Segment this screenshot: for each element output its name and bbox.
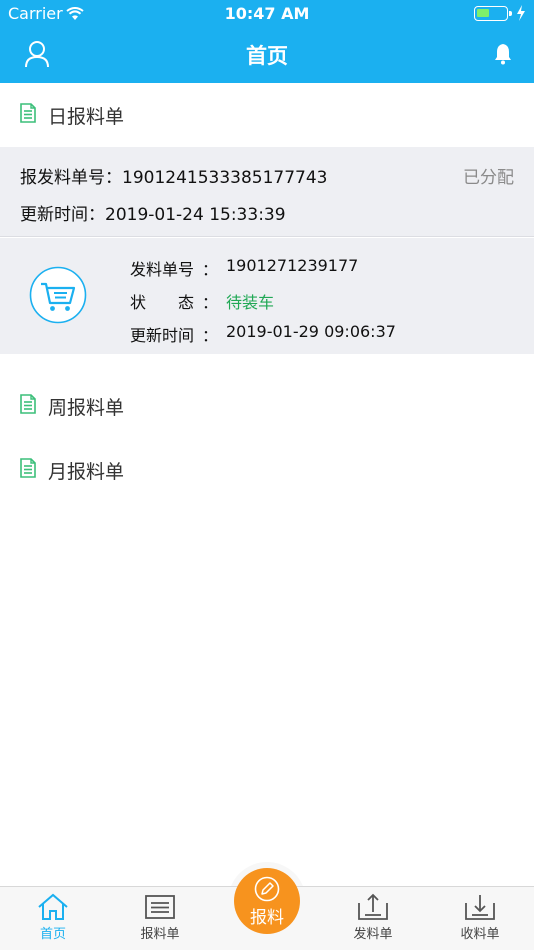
section-weekly[interactable]: 周报料单	[0, 374, 534, 438]
order-number-value: 1901241533385177743	[122, 168, 328, 188]
tab-issue-list[interactable]: 发料单	[333, 893, 413, 942]
order-updated-row: 更新时间：2019-01-24 15:33:39	[20, 200, 286, 225]
charging-icon	[516, 5, 526, 25]
section-monthly-label: 月报料单	[48, 460, 125, 483]
shipment-number-label: 发料单号	[130, 260, 195, 279]
shipment-updated-label: 更新时间	[130, 326, 195, 345]
bell-icon[interactable]	[494, 43, 512, 69]
shipment-number-value: 1901271239177	[226, 256, 359, 275]
page-title: 首页	[246, 44, 288, 68]
shipment-card[interactable]: 发料单号 ： 1901271239177 状 态 ： 待装车 更新时间 ： 20…	[0, 238, 534, 354]
upload-icon	[333, 893, 413, 921]
separator: ：	[202, 326, 219, 345]
shopping-cart-icon	[29, 266, 87, 328]
tab-receive-list-label: 收料单	[460, 927, 500, 942]
order-status-badge: 已分配	[463, 168, 514, 188]
shipment-updated-row: 更新时间 ： 2019-01-29 09:06:37	[130, 322, 396, 346]
document-icon	[20, 458, 36, 482]
tab-issue-list-label: 发料单	[353, 927, 393, 942]
home-icon	[13, 893, 93, 921]
nav-bar: 首页	[0, 28, 534, 83]
order-number-row: 报发料单号：1901241533385177743	[20, 163, 328, 188]
report-button[interactable]: 报料	[234, 868, 300, 934]
tab-home[interactable]: 首页	[13, 893, 93, 942]
order-card[interactable]: 报发料单号：1901241533385177743 已分配 更新时间：2019-…	[0, 147, 534, 237]
tab-receive-list[interactable]: 收料单	[440, 893, 520, 942]
tab-report-list-label: 报料单	[140, 927, 180, 942]
report-button-label: 报料	[250, 908, 284, 928]
download-icon	[440, 893, 520, 921]
clock: 10:47 AM	[224, 4, 310, 23]
section-daily[interactable]: 日报料单	[0, 83, 534, 147]
order-updated-value: 2019-01-24 15:33:39	[105, 205, 286, 225]
section-daily-label: 日报料单	[48, 105, 125, 128]
separator: ：	[202, 293, 219, 312]
shipment-updated-value: 2019-01-29 09:06:37	[226, 322, 396, 341]
pencil-icon	[254, 876, 280, 906]
document-icon	[20, 103, 36, 127]
tab-home-label: 首页	[39, 927, 66, 942]
battery-icon	[474, 6, 512, 21]
shipment-state-value: 待装车	[226, 293, 275, 312]
tab-report-list[interactable]: 报料单	[120, 893, 200, 942]
section-weekly-label: 周报料单	[48, 396, 125, 419]
order-updated-label: 更新时间：	[20, 205, 105, 225]
shipment-state-row: 状 态 ： 待装车	[130, 289, 274, 313]
document-icon	[20, 394, 36, 418]
section-monthly[interactable]: 月报料单	[0, 438, 534, 502]
shipment-number-row: 发料单号 ： 1901271239177	[130, 256, 358, 280]
separator: ：	[202, 260, 219, 279]
status-bar: Carrier 10:47 AM	[0, 0, 534, 28]
shipment-state-label: 状 态	[130, 293, 195, 312]
list-icon	[120, 893, 200, 921]
order-number-label: 报发料单号：	[20, 168, 122, 188]
